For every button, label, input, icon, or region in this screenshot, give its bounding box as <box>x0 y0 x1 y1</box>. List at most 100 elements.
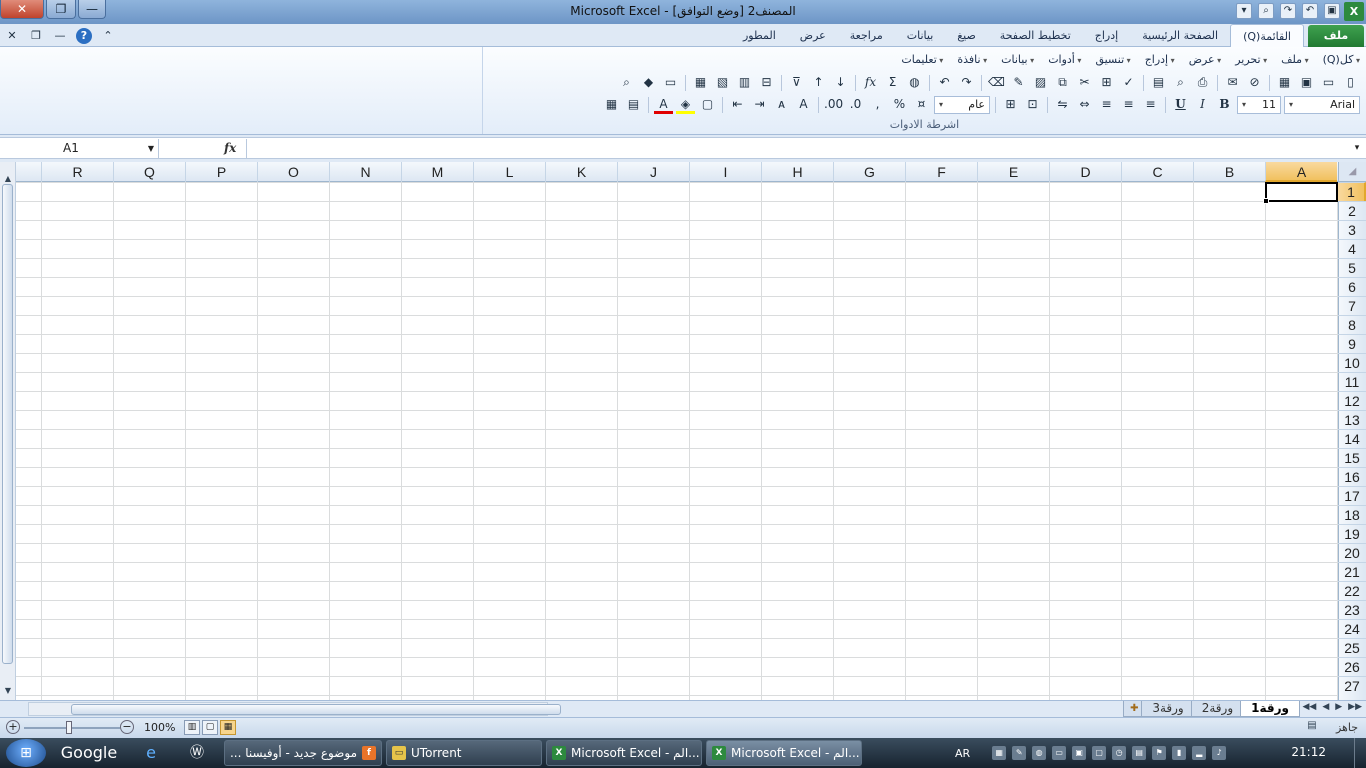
increase-font-icon[interactable]: A <box>794 95 813 114</box>
excel-icon[interactable]: ▦ <box>1275 73 1294 92</box>
row-header[interactable]: 1 <box>1338 182 1366 201</box>
redo-icon[interactable]: ↷ <box>957 73 976 92</box>
zoom-level[interactable]: 100% <box>144 721 175 734</box>
folder-icon[interactable]: ▭ <box>661 73 680 92</box>
sheet-nav-first-icon[interactable]: ◀◀ <box>1302 702 1316 712</box>
zoom-out-icon[interactable]: − <box>120 720 134 734</box>
collapse-ribbon-icon[interactable]: ⌃ <box>100 28 116 44</box>
tray-volume-icon[interactable]: ♪ <box>1212 746 1227 760</box>
language-indicator[interactable]: AR <box>955 747 970 760</box>
excel-app-icon[interactable]: X <box>1344 2 1364 21</box>
taskbar-utorrent[interactable]: ▭ UTorrent <box>386 740 542 766</box>
column-header[interactable]: B <box>1193 162 1265 182</box>
hyperlink-icon[interactable]: ◍ <box>905 73 924 92</box>
underline-icon[interactable]: U <box>1171 95 1190 114</box>
column-header[interactable]: P <box>185 162 257 182</box>
menu-insert[interactable]: إدراج <box>1145 53 1175 66</box>
bold-icon[interactable]: B <box>1215 95 1234 114</box>
sheet-tab-1[interactable]: ورقة1 <box>1240 701 1300 717</box>
cell-area[interactable] <box>16 182 1338 700</box>
new-icon[interactable]: ▯ <box>1341 73 1360 92</box>
paste-icon[interactable]: ▨ <box>1031 73 1050 92</box>
row-header[interactable]: 8 <box>1338 315 1366 334</box>
vertical-scroll-thumb[interactable] <box>2 184 13 664</box>
research-icon[interactable]: ▤ <box>1149 73 1168 92</box>
scroll-down-icon[interactable]: ▼ <box>0 684 16 698</box>
copy-icon[interactable]: ⧉ <box>1053 73 1072 92</box>
column-header[interactable]: A <box>1265 162 1337 182</box>
row-header[interactable]: 23 <box>1338 600 1366 619</box>
tray-battery-icon[interactable]: ▮ <box>1172 746 1187 760</box>
zoom-in-icon[interactable]: + <box>6 720 20 734</box>
picture-icon[interactable]: ▧ <box>713 73 732 92</box>
row-header[interactable]: 6 <box>1338 277 1366 296</box>
chart-icon[interactable]: ▥ <box>735 73 754 92</box>
currency-icon[interactable]: ¤ <box>912 95 931 114</box>
vertical-scrollbar[interactable]: ▲ ▼ <box>0 162 16 700</box>
zoom-slider[interactable] <box>24 721 120 734</box>
select-all-button[interactable]: ◢ <box>1338 162 1366 182</box>
row-header[interactable]: 21 <box>1338 562 1366 581</box>
sheet-nav-prev-icon[interactable]: ◀ <box>1322 702 1329 712</box>
font-name-combo[interactable]: ▾ Arial <box>1284 95 1360 114</box>
menu-help[interactable]: تعليمات <box>901 53 943 66</box>
comma-style-icon[interactable]: , <box>868 95 887 114</box>
row-header[interactable]: 20 <box>1338 543 1366 562</box>
format-painter-icon[interactable]: ✎ <box>1009 73 1028 92</box>
decrease-indent-icon[interactable]: ⇤ <box>728 95 747 114</box>
show-desktop-button[interactable] <box>1354 738 1366 768</box>
tray-device-icon[interactable]: ▭ <box>1052 746 1067 760</box>
tab-menu[interactable]: (Q)القائمة <box>1230 24 1304 47</box>
horizontal-scroll-thumb[interactable] <box>71 704 561 715</box>
undo-icon[interactable]: ↶ <box>935 73 954 92</box>
row-header[interactable]: 27 <box>1338 676 1366 695</box>
decrease-font-icon[interactable]: ᴀ <box>772 95 791 114</box>
text-direction-icon[interactable]: ⇋ <box>1053 95 1072 114</box>
row-header[interactable]: 4 <box>1338 239 1366 258</box>
macro-record-icon[interactable]: ▤ <box>1304 720 1320 735</box>
row-header[interactable]: 10 <box>1338 353 1366 372</box>
column-header[interactable]: H <box>761 162 833 182</box>
spelling-icon[interactable]: ✓ <box>1119 73 1138 92</box>
sort-descending-icon[interactable]: ↓ <box>831 73 850 92</box>
zoom-icon[interactable]: ⌕ <box>617 73 636 92</box>
italic-icon[interactable]: I <box>1193 95 1212 114</box>
row-header[interactable]: 18 <box>1338 505 1366 524</box>
clear-icon[interactable]: ⌫ <box>987 73 1006 92</box>
print-icon[interactable]: ⎙ <box>1193 73 1212 92</box>
row-header[interactable]: 2 <box>1338 201 1366 220</box>
column-header[interactable]: D <box>1049 162 1121 182</box>
increase-indent-icon[interactable]: ⇥ <box>750 95 769 114</box>
font-size-combo[interactable]: ▾ 11 <box>1237 95 1281 114</box>
page-layout-view-icon[interactable]: ▢ <box>202 720 218 735</box>
column-header[interactable]: F <box>905 162 977 182</box>
column-header[interactable]: I <box>689 162 761 182</box>
tray-monitor-icon[interactable]: ▣ <box>1072 746 1087 760</box>
tray-clock-app-icon[interactable]: ◷ <box>1112 746 1127 760</box>
google-pinned[interactable]: Google <box>60 741 118 765</box>
menu-window[interactable]: نافذة <box>957 53 987 66</box>
column-header[interactable]: L <box>473 162 545 182</box>
active-cell[interactable] <box>1263 182 1338 204</box>
start-button[interactable]: ⊞ <box>6 739 46 767</box>
row-header[interactable]: 12 <box>1338 391 1366 410</box>
tab-page-layout[interactable]: تخطيط الصفحة <box>988 24 1083 47</box>
insert-function-icon[interactable]: fx <box>224 139 244 158</box>
tray-window-icon[interactable]: ▢ <box>1092 746 1107 760</box>
row-header[interactable]: 3 <box>1338 220 1366 239</box>
workbook-restore-icon[interactable]: ❐ <box>28 28 44 44</box>
horizontal-scrollbar[interactable] <box>28 702 561 716</box>
column-header[interactable]: J <box>617 162 689 182</box>
page-break-view-icon[interactable]: ▥ <box>184 720 200 735</box>
menu-view[interactable]: عرض <box>1189 53 1222 66</box>
font-color-icon[interactable]: A <box>654 95 673 114</box>
print-preview-icon[interactable]: ⌕ <box>1258 3 1274 19</box>
clock[interactable]: 21:12 <box>1291 745 1326 759</box>
tray-network-app-icon[interactable]: ◍ <box>1032 746 1047 760</box>
cut-icon[interactable]: ✂ <box>1075 73 1094 92</box>
column-header[interactable]: M <box>401 162 473 182</box>
shapes-icon[interactable]: ◆ <box>639 73 658 92</box>
row-header[interactable]: 14 <box>1338 429 1366 448</box>
zoom-slider-thumb[interactable] <box>66 721 72 734</box>
menu-edit[interactable]: تحرير <box>1235 53 1267 66</box>
